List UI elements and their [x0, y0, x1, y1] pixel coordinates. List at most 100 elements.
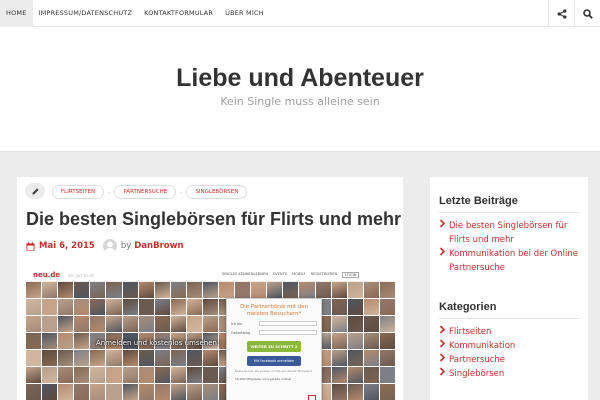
primary-menu: Home Impressum/Datenschutz Kontaktformul…: [0, 0, 600, 27]
mosaic-photo: [363, 316, 379, 332]
mosaic-photo: [138, 299, 154, 315]
category-link[interactable]: Flirtseiten: [449, 325, 491, 339]
widget-divider: [439, 318, 580, 319]
search-button[interactable]: [574, 0, 600, 27]
image-nav-item: SINGLES KENNENLERNEN: [222, 272, 268, 276]
recent-post-link[interactable]: Die besten Singlebörsen für Flirts und m…: [449, 219, 588, 247]
featured-image[interactable]: neu.de Sei gut zu dir SINGLES KENNENLERN…: [26, 269, 395, 400]
widget-divider: [439, 212, 580, 213]
tag-singleboersen[interactable]: Singlebörsen: [186, 185, 248, 199]
mosaic-photo: [186, 384, 202, 400]
tag-partnersuche[interactable]: Partnersuche: [114, 185, 177, 199]
recent-post-link[interactable]: Kommunikation bei der Online Partnersuch…: [449, 247, 588, 275]
image-logo: neu.de: [33, 271, 61, 279]
post-author[interactable]: DanBrown: [134, 241, 183, 251]
signup-row: Geburtstag: [231, 330, 317, 335]
mosaic-photo: [283, 282, 299, 298]
category-item: Singlebörsen: [439, 367, 588, 381]
mosaic-photo: [58, 350, 74, 366]
signup-row-label: Geburtstag: [231, 330, 251, 335]
mosaic-photo: [379, 384, 395, 400]
signup-headline: Die Partnerbörse mit den meisten Besuche…: [240, 304, 308, 317]
mosaic-photo: [26, 367, 42, 383]
mosaic-photo: [154, 350, 170, 366]
category-item: Partnersuche: [439, 353, 588, 367]
mosaic-photo: [138, 316, 154, 332]
post-title[interactable]: Die besten Singlebörsen für Flirts und m…: [26, 209, 401, 230]
mosaic-photo: [58, 299, 74, 315]
post-card: Flirtseiten - Partnersuche - Singlebörse…: [17, 177, 403, 400]
mosaic-photo: [122, 350, 138, 366]
mosaic-photo: [122, 299, 138, 315]
mosaic-photo: [138, 367, 154, 383]
topnav-actions: [548, 0, 600, 27]
chevron-right-icon: [439, 247, 449, 275]
signup-row-field: [259, 330, 317, 335]
mosaic-photo: [331, 316, 347, 332]
tag-separator: -: [108, 188, 111, 196]
post-format-button[interactable]: [25, 183, 45, 199]
mosaic-photo: [202, 316, 219, 332]
tag-flirtseiten[interactable]: Flirtseiten: [52, 185, 105, 199]
mosaic-photo: [251, 282, 267, 298]
mosaic-photo: [58, 384, 74, 400]
mosaic-photo: [74, 316, 90, 332]
mosaic-photo: [74, 367, 90, 383]
menu-item-home[interactable]: Home: [0, 0, 33, 27]
category-item: Kommunikation: [439, 339, 588, 353]
signup-members: 16.000 Mitglieder sind gerade online!: [235, 377, 292, 381]
mosaic-photo: [58, 367, 74, 383]
mosaic-photo: [26, 299, 42, 315]
mosaic-photo: [202, 299, 219, 315]
post-date[interactable]: Mai 6, 2015: [39, 241, 95, 251]
mosaic-photo: [74, 350, 90, 366]
mosaic-photo: [219, 282, 235, 298]
mosaic-photo: [363, 384, 379, 400]
menu-item-impressum[interactable]: Impressum/Datenschutz: [33, 0, 139, 27]
mosaic-photo: [331, 282, 347, 298]
image-nav-item: REGISTRIEREN: [310, 272, 338, 276]
mosaic-photo: [379, 350, 395, 366]
signup-row-label: Ich bin: [231, 321, 243, 326]
mosaic-photo: [26, 333, 42, 349]
signup-small-print: Keine Sorge, wir posten nichts auf deine…: [234, 369, 314, 373]
mosaic-photo: [170, 367, 186, 383]
mosaic-photo: [122, 384, 138, 400]
mosaic-photo: [170, 350, 186, 366]
mosaic-photo: [363, 333, 379, 349]
mosaic-photo: [42, 299, 58, 315]
sidebar: Letzte Beiträge Die besten Singlebörsen …: [430, 177, 588, 400]
category-link[interactable]: Partnersuche: [449, 353, 505, 367]
mosaic-photo: [42, 350, 58, 366]
user-icon: [104, 241, 115, 253]
menu-item-ueber-mich[interactable]: Über mich: [219, 0, 270, 27]
mosaic-photo: [90, 350, 106, 366]
mosaic-photo: [186, 350, 202, 366]
mosaic-photo: [379, 333, 395, 349]
image-nav: SINGLES KENNENLERNEN EVENTS MOBILE REGIS…: [222, 272, 360, 278]
category-link[interactable]: Kommunikation: [449, 339, 515, 353]
mosaic-photo: [363, 367, 379, 383]
site-title[interactable]: Liebe und Abenteuer: [0, 64, 600, 93]
mosaic-photo: [170, 384, 186, 400]
mosaic-photo: [74, 282, 90, 298]
mosaic-photo: [379, 367, 395, 383]
mosaic-photo: [331, 384, 347, 400]
site-description: Kein Single muss alleine sein: [220, 95, 380, 108]
mosaic-photo: [74, 299, 90, 315]
menu-item-kontaktformular[interactable]: Kontaktformular: [138, 0, 219, 27]
mosaic-photo: [347, 299, 363, 315]
image-site-bar: neu.de Sei gut zu dir SINGLES KENNENLERN…: [26, 269, 395, 282]
mosaic-photo: [186, 299, 202, 315]
mosaic-photo: [42, 384, 58, 400]
mosaic-photo: [106, 282, 122, 298]
mosaic-photo: [170, 299, 186, 315]
category-link[interactable]: Singlebörsen: [449, 367, 504, 381]
mosaic-photo: [363, 282, 379, 298]
share-button[interactable]: [548, 0, 574, 27]
mosaic-photo: [42, 282, 58, 298]
mosaic-photo: [122, 367, 138, 383]
mosaic-photo: [42, 333, 58, 349]
mosaic-photo: [58, 316, 74, 332]
mosaic-photo: [363, 299, 379, 315]
